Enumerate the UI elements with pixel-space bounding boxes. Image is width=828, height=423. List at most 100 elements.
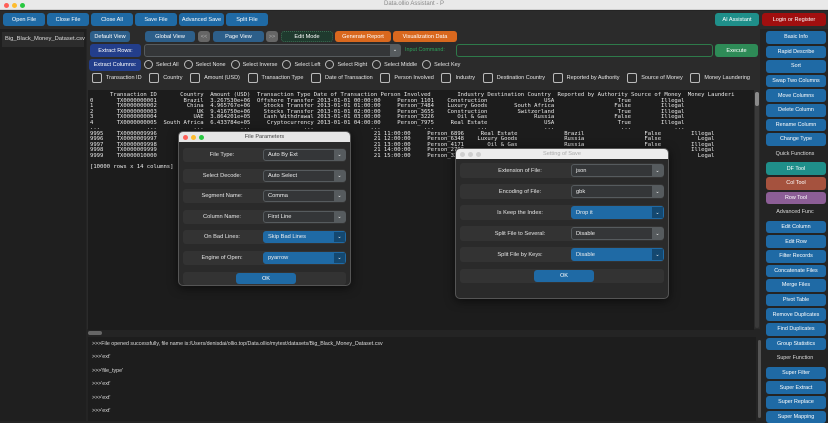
checkbox-column[interactable]: Money Laundering (690, 73, 750, 83)
col-tool-button[interactable]: Col Tool (766, 177, 826, 190)
basic-info-button[interactable]: Basic Info (766, 31, 826, 44)
vertical-scrollbar[interactable] (755, 92, 759, 328)
find-duplicates-button[interactable]: Find Duplicates (766, 323, 826, 336)
setting-dropdown[interactable]: gbk ⌄ (571, 185, 664, 198)
setting-dropdown[interactable]: Disable ⌄ (571, 248, 664, 261)
super-mapping-button[interactable]: Super Mapping (766, 410, 826, 423)
minimize-dialog-icon[interactable] (191, 134, 196, 140)
super-filter-button[interactable]: Super Filter (766, 366, 826, 380)
rename-column-button[interactable]: Rename Column (766, 118, 826, 132)
visualization-data-button[interactable]: Visualization Data (393, 31, 457, 42)
checkbox-column[interactable]: Country (149, 73, 182, 83)
maximize-dialog-icon[interactable] (199, 134, 204, 140)
radio-select-none[interactable]: Select None (183, 60, 226, 69)
checkbox-column[interactable]: Industry (441, 73, 475, 83)
radio-select-key[interactable]: Select Key (422, 60, 460, 69)
chevron-down-icon[interactable]: ⌄ (334, 170, 345, 181)
save-file-button[interactable]: Save File (135, 13, 177, 26)
radio-select-all[interactable]: Select All (144, 60, 179, 69)
setting-dropdown[interactable]: Skip Bad Lines ⌄ (263, 231, 346, 244)
setting-dropdown[interactable]: pyarrow ⌄ (263, 252, 346, 264)
file-item[interactable]: Big_Black_Money_Dataset.csv (2, 32, 85, 47)
swap-two-columns-button[interactable]: Swap Two Columns (766, 74, 826, 88)
change-type-button[interactable]: Change Type (766, 133, 826, 146)
login-register-button[interactable]: Login or Register (762, 13, 826, 26)
super-replace-button[interactable]: Super Replace (766, 396, 826, 409)
setting-dropdown[interactable]: Auto Select ⌄ (263, 169, 346, 182)
radio-select-right[interactable]: Select Right (325, 60, 367, 69)
horizontal-scrollbar[interactable] (88, 331, 102, 335)
checkbox-column[interactable]: Amount (USD) (190, 73, 240, 83)
edit-row-button[interactable]: Edit Row (766, 235, 826, 248)
filter-records-button[interactable]: Filter Records (766, 250, 826, 263)
chevron-down-icon[interactable]: ⌄ (334, 211, 345, 222)
checkbox-column[interactable]: Person Involved (380, 73, 434, 83)
setting-dropdown[interactable]: Auto By Ext ⌄ (263, 149, 346, 161)
radio-select-left[interactable]: Select Left (282, 60, 320, 69)
setting-dropdown[interactable]: Drop it ⌄ (571, 206, 664, 219)
chevron-down-icon[interactable]: ⌄ (652, 186, 663, 197)
ok-row: OK (183, 272, 346, 285)
ok-button[interactable]: OK (236, 273, 296, 284)
command-input[interactable] (456, 44, 713, 57)
setting-dropdown[interactable]: Comma ⌄ (263, 190, 346, 203)
delete-column-button[interactable]: Delete Column (766, 104, 826, 117)
ok-button[interactable]: OK (534, 270, 594, 282)
advanced-save-button[interactable]: Advanced Save (179, 13, 224, 26)
edit-column-button[interactable]: Edit Column (766, 220, 826, 234)
setting-dropdown[interactable]: Disable ⌄ (571, 227, 664, 240)
checkbox-column[interactable]: Transaction ID (92, 73, 142, 83)
top-toolbar: Open File Close File Close All Save File… (0, 11, 828, 29)
ai-assistant-button[interactable]: AI Assistant (715, 13, 759, 26)
super-extract-button[interactable]: Super Extract (766, 381, 826, 394)
setting-dropdown[interactable]: json ⌄ (571, 164, 664, 177)
minimize-dialog-icon[interactable] (468, 151, 473, 157)
extract-rows-dropdown[interactable]: ⌄ (144, 44, 401, 57)
setting-dropdown[interactable]: First Line ⌄ (263, 210, 346, 223)
page-view-button[interactable]: Page View (213, 31, 264, 42)
rapid-describe-button[interactable]: Rapid Describe (766, 45, 826, 59)
generate-report-button[interactable]: Generate Report (335, 31, 391, 42)
global-view-button[interactable]: Global View (145, 31, 195, 42)
group-statistics-button[interactable]: Group Statistics (766, 337, 826, 351)
next-page-button[interactable]: >> (266, 31, 278, 42)
chevron-down-icon[interactable]: ⌄ (334, 150, 345, 160)
chevron-down-icon[interactable]: ⌄ (334, 253, 345, 263)
radio-select-inverse[interactable]: Select Inverse (230, 60, 277, 69)
chevron-down-icon[interactable]: ⌄ (652, 207, 663, 218)
chevron-down-icon[interactable]: ⌄ (652, 165, 663, 176)
chevron-down-icon[interactable]: ⌄ (652, 249, 663, 260)
merge-files-button[interactable]: Merge Files (766, 279, 826, 292)
edit-mode-button[interactable]: Edit Mode (281, 31, 333, 42)
move-columns-button[interactable]: Move Columns (766, 89, 826, 102)
sort-button[interactable]: Sort (766, 60, 826, 73)
row-tool-button[interactable]: Row Tool (766, 191, 826, 205)
vertical-scrollbar-thumb[interactable] (755, 92, 759, 106)
log-scrollbar[interactable] (758, 340, 761, 418)
checkbox-column[interactable]: Source of Money (627, 73, 683, 83)
chevron-down-icon[interactable]: ⌄ (652, 228, 663, 239)
close-all-button[interactable]: Close All (91, 13, 133, 26)
split-file-button[interactable]: Split File (226, 13, 268, 26)
radio-select-middle[interactable]: Select Middle (372, 60, 417, 69)
chevron-down-icon[interactable]: ⌄ (390, 45, 400, 56)
dropdown-value: Drop it (576, 209, 593, 216)
previous-page-button[interactable]: << (198, 31, 210, 42)
open-file-button[interactable]: Open File (3, 13, 45, 26)
chevron-down-icon[interactable]: ⌄ (334, 232, 345, 243)
checkbox-column[interactable]: Date of Transaction (311, 73, 373, 83)
remove-duplicates-button[interactable]: Remove Duplicates (766, 308, 826, 321)
checkbox-column[interactable]: Transaction Type (247, 73, 303, 83)
chevron-down-icon[interactable]: ⌄ (334, 191, 345, 202)
close-file-button[interactable]: Close File (47, 13, 89, 26)
concatenate-files-button[interactable]: Concatenate Files (766, 264, 826, 278)
close-dialog-icon[interactable] (460, 151, 465, 157)
checkbox-column[interactable]: Destination Country (482, 73, 545, 83)
pivot-table-button[interactable]: Pivot Table (766, 293, 826, 307)
checkbox-column[interactable]: Reported by Authority (552, 73, 620, 83)
close-dialog-icon[interactable] (183, 134, 188, 140)
execute-button[interactable]: Execute (715, 44, 758, 57)
df-tool-button[interactable]: DF Tool (766, 162, 826, 175)
default-view-button[interactable]: Default View (90, 31, 130, 42)
maximize-dialog-icon[interactable] (476, 151, 481, 157)
